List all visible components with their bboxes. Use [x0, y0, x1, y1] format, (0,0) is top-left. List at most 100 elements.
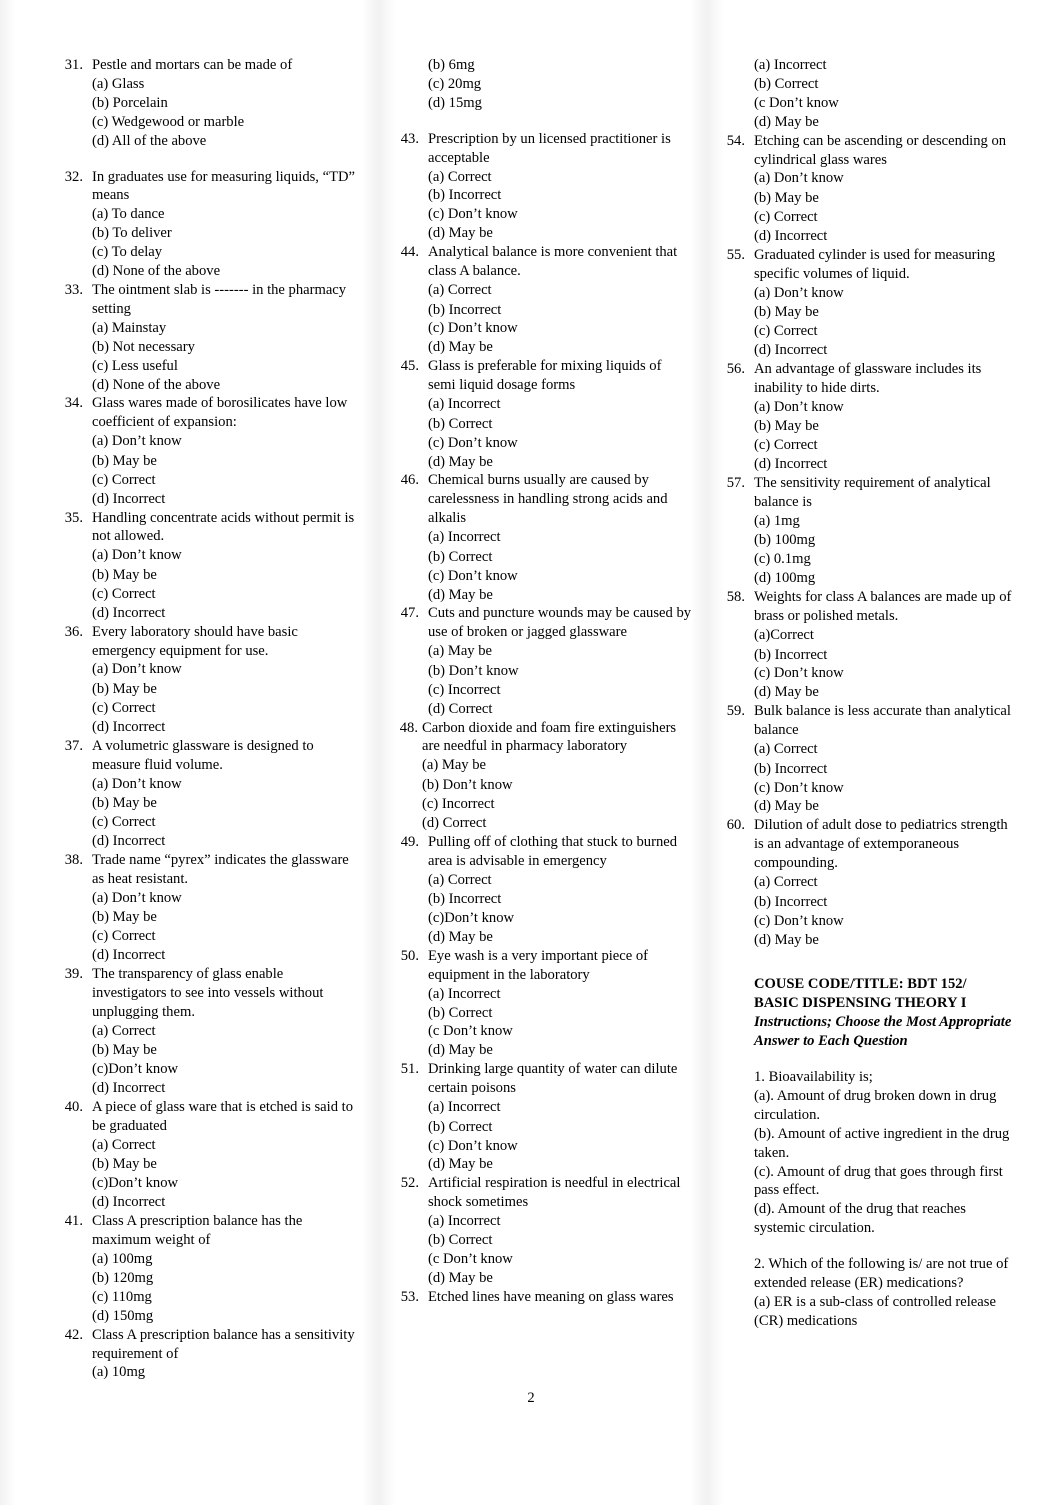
question-option[interactable]: (c) Don’t know — [428, 567, 692, 586]
question-option[interactable]: (c) Less useful — [92, 357, 356, 376]
section-question-option[interactable]: (c). Amount of drug that goes through fi… — [718, 1163, 1018, 1201]
section-question-option[interactable]: (d). Amount of the drug that reaches sys… — [718, 1200, 1018, 1238]
question-option[interactable]: (c) Incorrect — [422, 795, 692, 814]
question-option[interactable]: (a) Mainstay — [92, 319, 356, 338]
question-option[interactable]: (a) 10mg — [92, 1363, 356, 1382]
question-option[interactable]: (d) Incorrect — [92, 946, 356, 965]
question-option[interactable]: (c) 20mg — [428, 75, 692, 94]
section-question-option[interactable]: (a). Amount of drug broken down in drug … — [718, 1087, 1018, 1125]
question-option[interactable]: (c) Don’t know — [428, 319, 692, 338]
question-option[interactable]: (b) Correct — [754, 75, 1018, 94]
question-option[interactable]: (b) Correct — [428, 1118, 692, 1137]
question-option[interactable]: (b) Correct — [428, 548, 692, 567]
question-option[interactable]: (b) May be — [92, 1041, 356, 1060]
question-option[interactable]: (b) Incorrect — [754, 893, 1018, 912]
question-option[interactable]: (a) Correct — [92, 1136, 356, 1156]
question-option[interactable]: (a) Don’t know — [754, 169, 1018, 189]
question-option[interactable]: (a) Correct — [428, 168, 692, 187]
question-option[interactable]: (b) Incorrect — [754, 760, 1018, 779]
question-option[interactable]: (b) May be — [92, 908, 356, 927]
question-option[interactable]: (d) None of the above — [92, 262, 356, 281]
question-option[interactable]: (c Don’t know — [428, 1250, 692, 1269]
question-option[interactable]: (b) May be — [92, 794, 356, 813]
question-option[interactable]: (b) May be — [754, 417, 1018, 436]
question-option[interactable]: (a) Correct — [428, 281, 692, 301]
question-option[interactable]: (d) May be — [428, 338, 692, 357]
question-option[interactable]: (a) Incorrect — [428, 1212, 692, 1231]
question-option[interactable]: (a) Don’t know — [754, 284, 1018, 304]
question-option[interactable]: (a) Don’t know — [92, 546, 356, 566]
question-option[interactable]: (d) Correct — [422, 814, 692, 833]
question-option[interactable]: (c) Correct — [754, 322, 1018, 341]
question-option[interactable]: (d) May be — [428, 1041, 692, 1060]
question-option[interactable]: (a) 100mg — [92, 1250, 356, 1269]
question-option[interactable]: (b) May be — [92, 680, 356, 699]
section-question-option[interactable]: (a) ER is a sub-class of controlled rele… — [718, 1293, 1018, 1331]
question-option[interactable]: (d) Incorrect — [754, 341, 1018, 360]
question-option[interactable]: (b) Don’t know — [422, 776, 692, 795]
section-question-option[interactable]: (b). Amount of active ingredient in the … — [718, 1125, 1018, 1163]
question-option[interactable]: (b) May be — [92, 452, 356, 471]
question-option[interactable]: (b) 100mg — [754, 531, 1018, 550]
question-option[interactable]: (d) All of the above — [92, 132, 356, 151]
question-option[interactable]: (a) Don’t know — [92, 775, 356, 795]
question-option[interactable]: (d) Incorrect — [92, 832, 356, 851]
question-option[interactable]: (d) May be — [428, 224, 692, 243]
question-option[interactable]: (d) 15mg — [428, 94, 692, 113]
question-option[interactable]: (c) Correct — [754, 208, 1018, 227]
question-option[interactable]: (a) Incorrect — [754, 56, 1018, 75]
question-option[interactable]: (a) Incorrect — [428, 985, 692, 1004]
question-option[interactable]: (b) Correct — [428, 1004, 692, 1023]
question-option[interactable]: (d) May be — [428, 1155, 692, 1174]
question-option[interactable]: (a) Don’t know — [92, 889, 356, 909]
question-option[interactable]: (d) May be — [428, 586, 692, 605]
question-option[interactable]: (c) 110mg — [92, 1288, 356, 1307]
question-option[interactable]: (c) To delay — [92, 243, 356, 262]
question-option[interactable]: (b) Don’t know — [428, 662, 692, 681]
question-option[interactable]: (a) Don’t know — [754, 398, 1018, 418]
question-option[interactable]: (c) 0.1mg — [754, 550, 1018, 569]
question-option[interactable]: (d) None of the above — [92, 376, 356, 395]
question-option[interactable]: (a)Correct — [754, 626, 1018, 646]
question-option[interactable]: (d) Incorrect — [754, 455, 1018, 474]
question-option[interactable]: (d) Incorrect — [754, 227, 1018, 246]
question-option[interactable]: (b) Not necessary — [92, 338, 356, 357]
question-option[interactable]: (d) Incorrect — [92, 604, 356, 623]
question-option[interactable]: (c Don’t know — [428, 1022, 692, 1041]
question-option[interactable]: (c)Don’t know — [92, 1060, 356, 1079]
question-option[interactable]: (c) Correct — [92, 585, 356, 604]
question-option[interactable]: (c) Don’t know — [428, 205, 692, 224]
question-option[interactable]: (c)Don’t know — [92, 1174, 356, 1193]
question-option[interactable]: (c) Don’t know — [428, 434, 692, 453]
question-option[interactable]: (c) Correct — [754, 436, 1018, 455]
question-option[interactable]: (a) Don’t know — [92, 432, 356, 452]
question-option[interactable]: (c) Don’t know — [754, 912, 1018, 931]
question-option[interactable]: (d) May be — [754, 113, 1018, 132]
question-option[interactable]: (c) Incorrect — [428, 681, 692, 700]
question-option[interactable]: (b) May be — [92, 1155, 356, 1174]
question-option[interactable]: (c) Don’t know — [428, 1137, 692, 1156]
question-option[interactable]: (d) May be — [428, 1269, 692, 1288]
question-option[interactable]: (b) May be — [92, 566, 356, 585]
question-option[interactable]: (d) May be — [428, 453, 692, 472]
question-option[interactable]: (b) Correct — [428, 415, 692, 434]
question-option[interactable]: (a) Correct — [754, 873, 1018, 893]
question-option[interactable]: (d) 100mg — [754, 569, 1018, 588]
question-option[interactable]: (d) Correct — [428, 700, 692, 719]
question-option[interactable]: (c) Correct — [92, 813, 356, 832]
question-option[interactable]: (c) Don’t know — [754, 664, 1018, 683]
question-option[interactable]: (b) 6mg — [428, 56, 692, 75]
question-option[interactable]: (a) Incorrect — [428, 1098, 692, 1118]
question-option[interactable]: (b) Porcelain — [92, 94, 356, 113]
question-option[interactable]: (b) Incorrect — [428, 301, 692, 320]
question-option[interactable]: (b) May be — [754, 303, 1018, 322]
question-option[interactable]: (d) Incorrect — [92, 1193, 356, 1212]
question-option[interactable]: (d) May be — [428, 928, 692, 947]
question-option[interactable]: (a) Don’t know — [92, 660, 356, 680]
question-option[interactable]: (a) Correct — [428, 871, 692, 891]
question-option[interactable]: (c)Don’t know — [428, 909, 692, 928]
question-option[interactable]: (c) Correct — [92, 927, 356, 946]
question-option[interactable]: (b) Incorrect — [428, 186, 692, 205]
question-option[interactable]: (a) 1mg — [754, 512, 1018, 532]
question-option[interactable]: (b) May be — [754, 189, 1018, 208]
